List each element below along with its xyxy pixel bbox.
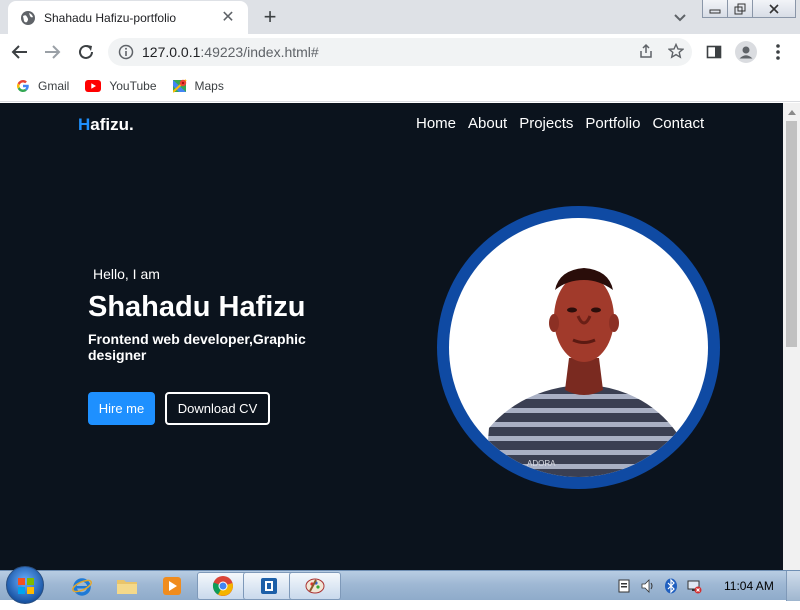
nav-projects[interactable]: Projects xyxy=(519,115,573,132)
page-scrollbar[interactable] xyxy=(783,103,800,570)
nav-about[interactable]: About xyxy=(468,115,507,132)
hero-role: Frontend web developer,Graphic designer xyxy=(88,331,306,363)
google-icon xyxy=(16,79,30,93)
bookmark-youtube[interactable]: YouTube xyxy=(85,78,157,93)
youtube-icon xyxy=(85,79,102,92)
maps-icon xyxy=(172,78,187,93)
bookmark-star-icon[interactable] xyxy=(668,43,684,59)
bookmark-gmail[interactable]: Gmail xyxy=(16,79,69,93)
greeting-text: Hello, I am xyxy=(93,266,160,282)
chrome-taskbar-icon[interactable] xyxy=(197,572,249,600)
bookmarks-bar: Gmail YouTube Maps xyxy=(0,70,800,102)
bookmark-label: YouTube xyxy=(109,78,157,93)
logo-initial: H xyxy=(78,115,91,134)
site-logo[interactable]: Hafizu. xyxy=(78,115,134,135)
share-icon[interactable] xyxy=(638,43,654,59)
network-disconnected-icon[interactable] xyxy=(686,578,702,594)
nav-contact[interactable]: Contact xyxy=(652,115,704,132)
url-text: 127.0.0.1:49223/index.html# xyxy=(142,44,319,60)
reload-icon[interactable] xyxy=(74,40,98,64)
browser-toolbar: 127.0.0.1:49223/index.html# xyxy=(0,34,800,70)
address-bar[interactable]: 127.0.0.1:49223/index.html# xyxy=(108,38,692,66)
code-editor-taskbar-icon[interactable] xyxy=(243,572,295,600)
window-controls xyxy=(702,0,796,18)
bookmark-maps[interactable]: Maps xyxy=(172,78,224,93)
scroll-up-arrow-icon[interactable] xyxy=(783,103,800,120)
side-panel-icon[interactable] xyxy=(702,40,726,64)
volume-icon[interactable] xyxy=(640,578,656,594)
hero-name: Shahadu Hafizu xyxy=(88,291,306,323)
windows-taskbar: 11:04 AM xyxy=(0,566,800,604)
url-path: :49223/index.html# xyxy=(200,44,319,60)
tab-search-chevron-icon[interactable] xyxy=(670,8,690,26)
profile-photo-frame: ADORA xyxy=(437,206,720,489)
tab-strip: Shahadu Hafizu-portfolio ✕ + xyxy=(0,0,800,34)
bookmark-label: Gmail xyxy=(38,78,70,93)
info-icon[interactable] xyxy=(118,44,134,60)
close-tab-icon[interactable]: ✕ xyxy=(218,9,238,26)
tab-title: Shahadu Hafizu-portfolio xyxy=(44,10,177,25)
hire-me-button[interactable]: Hire me xyxy=(88,392,155,425)
restore-icon[interactable] xyxy=(727,0,753,18)
show-desktop-button[interactable] xyxy=(786,571,800,601)
download-cv-button[interactable]: Download CV xyxy=(165,392,270,425)
globe-icon xyxy=(21,10,35,25)
main-nav: Home About Projects Portfolio Contact xyxy=(416,115,704,132)
system-tray xyxy=(616,571,702,601)
logo-rest: afizu. xyxy=(90,115,134,134)
menu-kebab-icon[interactable] xyxy=(766,40,790,64)
url-host: 127.0.0.1 xyxy=(142,44,201,60)
new-tab-icon[interactable]: + xyxy=(258,5,282,29)
action-center-icon[interactable] xyxy=(616,578,632,594)
bluetooth-icon[interactable] xyxy=(664,578,678,594)
minimize-icon[interactable] xyxy=(702,0,728,18)
back-arrow-icon[interactable] xyxy=(8,40,32,64)
taskbar-clock[interactable]: 11:04 AM xyxy=(724,579,774,593)
close-window-icon[interactable] xyxy=(752,0,796,18)
portfolio-page: Hafizu. Home About Projects Portfolio Co… xyxy=(0,103,783,570)
start-button-icon[interactable] xyxy=(6,566,44,604)
shirt-text: ADORA xyxy=(527,459,556,468)
media-player-icon[interactable] xyxy=(146,572,198,600)
nav-home[interactable]: Home xyxy=(416,115,456,132)
nav-portfolio[interactable]: Portfolio xyxy=(585,115,640,132)
bookmark-label: Maps xyxy=(194,78,224,93)
browser-tab[interactable]: Shahadu Hafizu-portfolio ✕ xyxy=(8,1,248,34)
profile-photo: ADORA xyxy=(449,218,708,477)
scroll-thumb[interactable] xyxy=(786,121,797,347)
profile-avatar-icon[interactable] xyxy=(734,40,758,64)
forward-arrow-icon[interactable] xyxy=(40,40,64,64)
paint-taskbar-icon[interactable] xyxy=(289,572,341,600)
